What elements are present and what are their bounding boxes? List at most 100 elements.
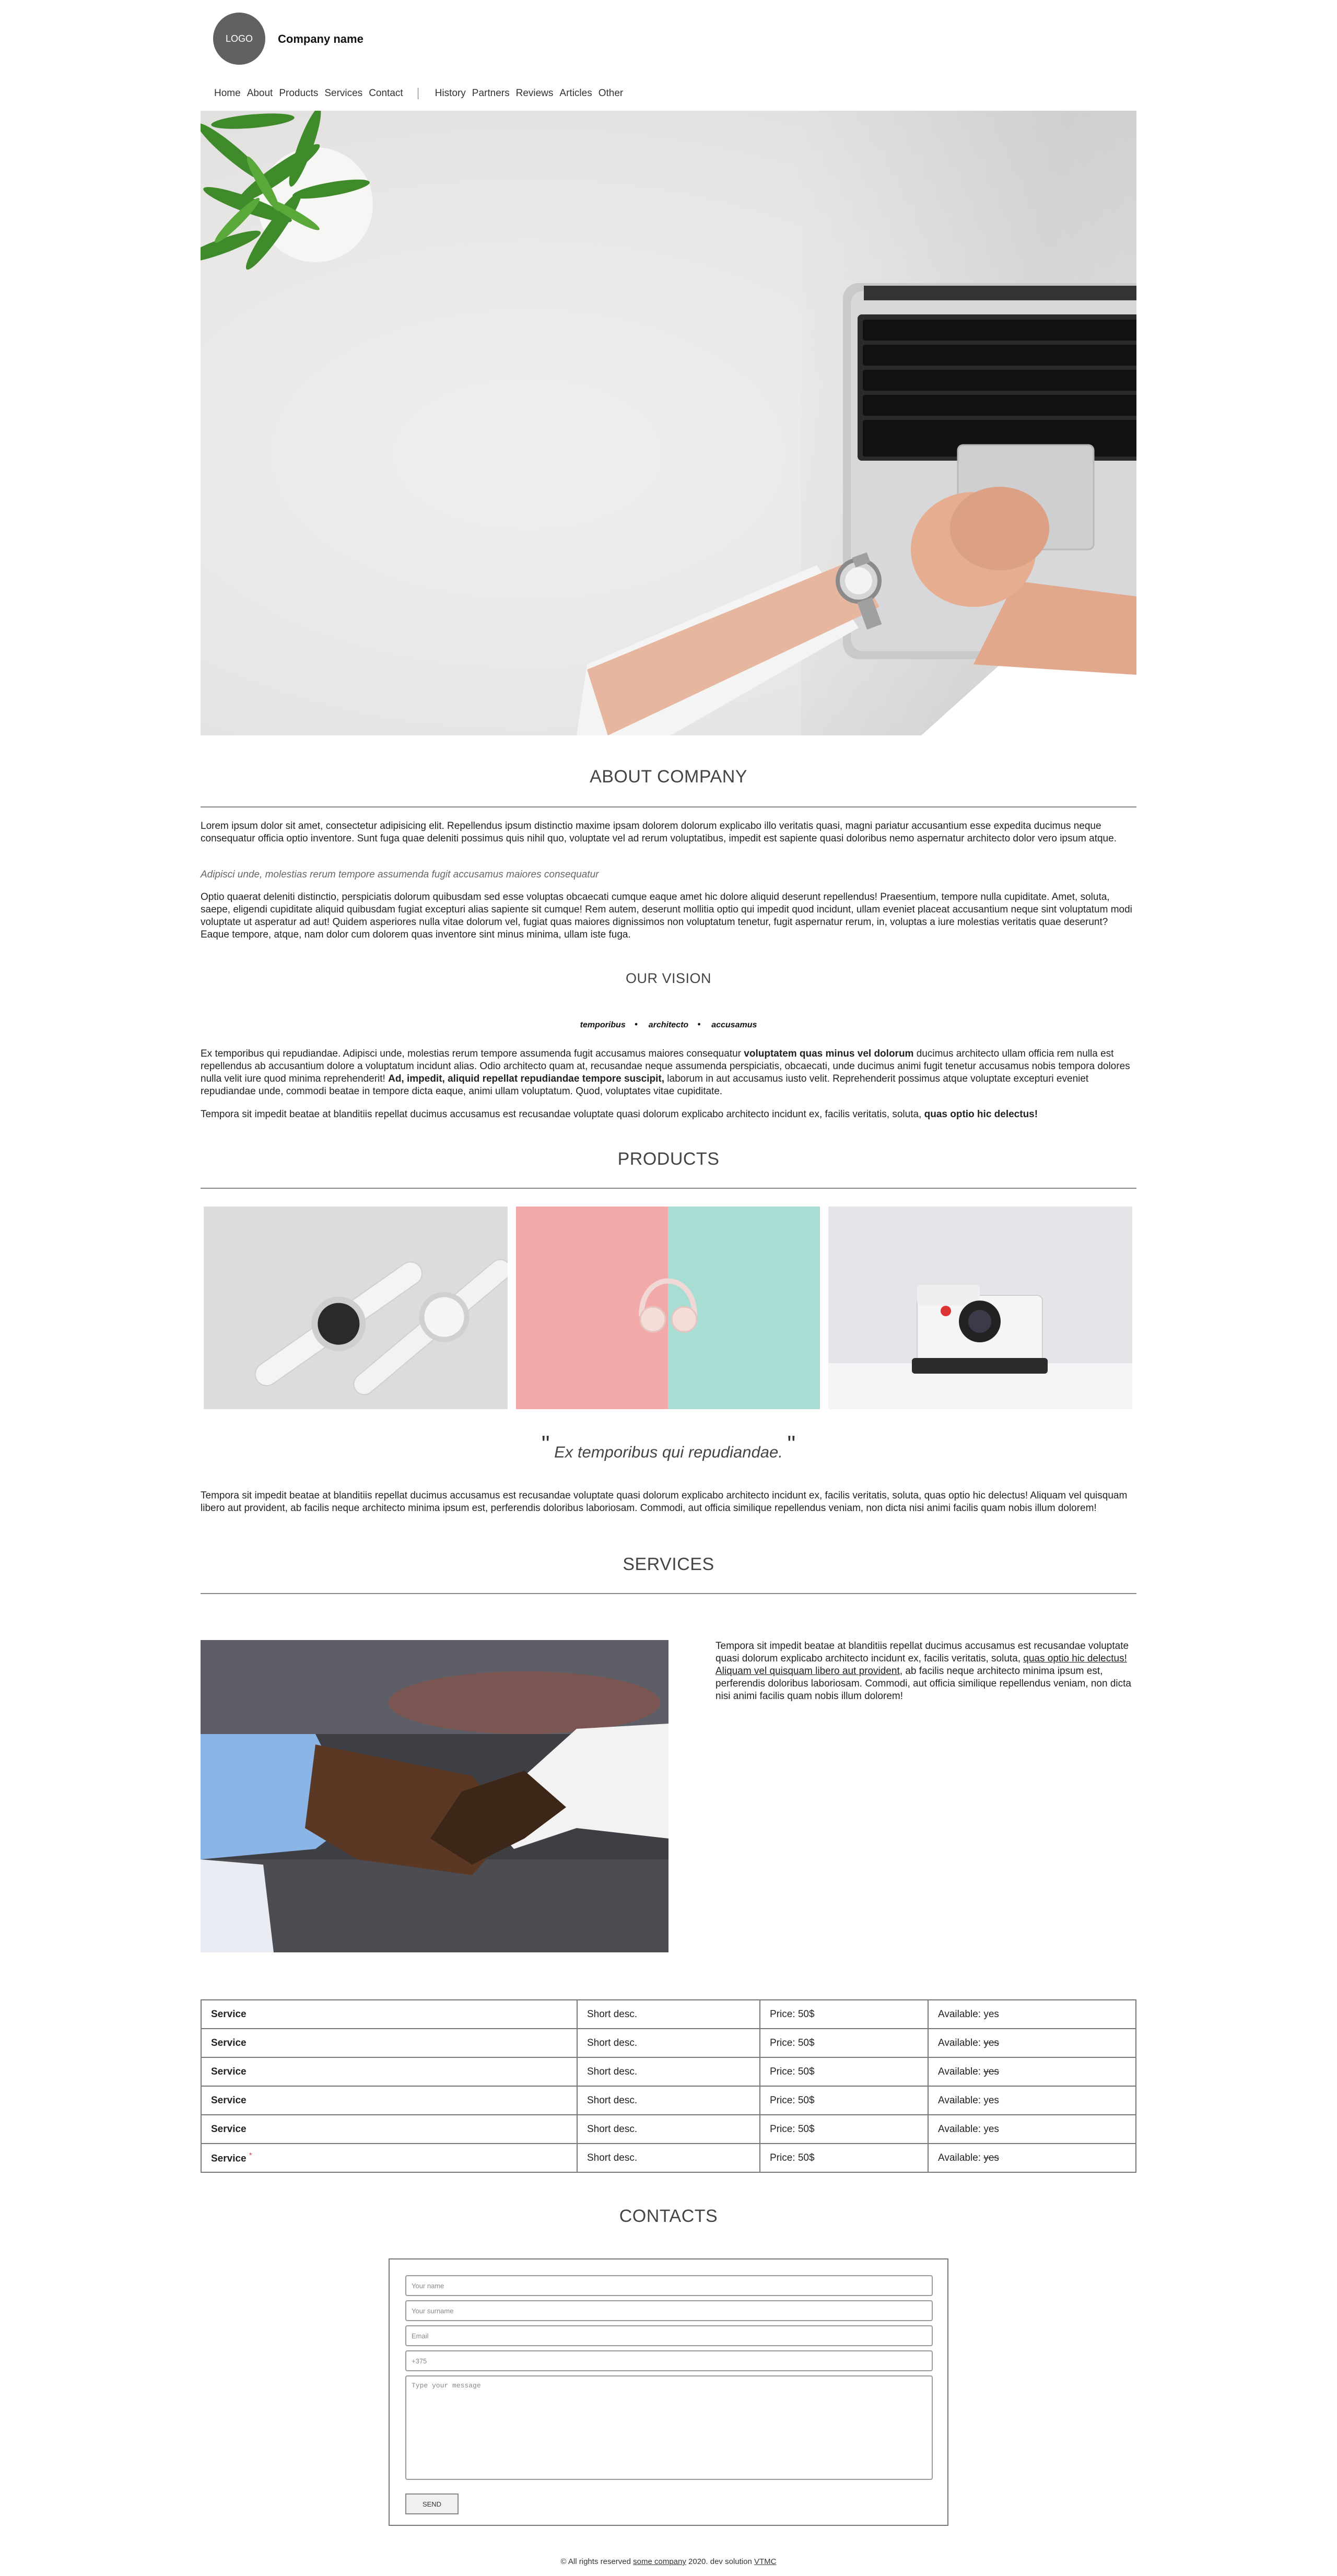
handshake-graphic [201, 1640, 668, 1952]
service-availability: Available: yes [928, 2057, 1136, 2087]
products-divider [201, 1188, 1136, 1189]
nav-item-services[interactable]: Services [324, 88, 362, 99]
service-price: Price: 50$ [759, 2114, 929, 2144]
footer-company-link[interactable]: some company [633, 2557, 686, 2566]
surname-field[interactable]: Your surname [405, 2300, 933, 2321]
service-desc: Short desc. [577, 2114, 760, 2144]
phone-field[interactable]: +375 [405, 2350, 933, 2371]
nav-item-about[interactable]: About [247, 88, 273, 99]
service-row: Service * Short desc. Price: 50$ Available:… [201, 2143, 1136, 2173]
services-text: Tempora sit impedit beatae at blanditiis… [716, 1640, 1136, 1703]
vision-list-item: architecto [635, 1021, 689, 1030]
service-price: Price: 50$ [759, 2143, 929, 2173]
service-availability: Available: yes [928, 2086, 1136, 2115]
quote-close-mark: " [787, 1431, 796, 1457]
service-name: Service [201, 2057, 578, 2087]
contacts-title: CONTACTS [619, 2206, 718, 2226]
vision-text: Tempora sit impedit beatae at blanditiis… [201, 1109, 924, 1120]
vision-bold-text: quas optio hic delectus! [924, 1109, 1038, 1120]
about-divider [201, 806, 1136, 807]
about-italic: Adipisci unde, molestias rerum tempore a… [201, 869, 599, 880]
vision-text: Ex temporibus qui repudiandae. Adipisci … [201, 1048, 744, 1059]
service-availability: Available: yes [928, 2114, 1136, 2144]
service-desc: Short desc. [577, 2086, 760, 2115]
footer-dev-link[interactable]: VTMC [754, 2557, 777, 2566]
nav-item-reviews[interactable]: Reviews [516, 88, 554, 99]
service-name: Service [201, 2114, 578, 2144]
services-table-body: Service Short desc. Price: 50$ Available: y… [201, 1999, 1136, 2173]
vision-paragraph-1: Ex temporibus qui repudiandae. Adipisci … [201, 1048, 1136, 1098]
vision-list: temporibus architecto accusamus [201, 1021, 1136, 1030]
nav-item-contact[interactable]: Contact [369, 88, 403, 99]
nav-item-other[interactable]: Other [599, 88, 624, 99]
page: LOGO Company name Home About Products Se… [201, 0, 1136, 2566]
service-name: Service [201, 2028, 578, 2058]
watches-graphic [204, 1207, 508, 1409]
product-gallery [204, 1207, 1132, 1409]
email-field[interactable]: Email [405, 2325, 933, 2346]
service-price: Price: 50$ [759, 2086, 929, 2115]
service-price: Price: 50$ [759, 2057, 929, 2087]
service-row: Service Short desc. Price: 50$ Available: y… [201, 1999, 1136, 2029]
main-nav: Home About Products Services Contact His… [211, 88, 626, 99]
availability-value: yes [983, 2094, 999, 2106]
service-row: Service Short desc. Price: 50$ Available: y… [201, 2057, 1136, 2087]
service-availability: Available: yes [928, 2028, 1136, 2058]
service-desc: Short desc. [577, 2143, 760, 2173]
nav-item-partners[interactable]: Partners [472, 88, 510, 99]
quote-open-mark: " [541, 1431, 550, 1457]
product-watches-image[interactable] [204, 1207, 508, 1409]
contact-form: Your name Your surname Email +375 Type y… [389, 2258, 948, 2526]
nav-item-history[interactable]: History [435, 88, 466, 99]
services-divider [201, 1593, 1136, 1594]
service-price: Price: 50$ [759, 1999, 929, 2029]
nav-item-articles[interactable]: Articles [559, 88, 592, 99]
service-name: Service [201, 2086, 578, 2115]
service-price: Price: 50$ [759, 2028, 929, 2058]
service-row: Service Short desc. Price: 50$ Available: y… [201, 2086, 1136, 2115]
service-desc: Short desc. [577, 1999, 760, 2029]
service-mark: * [249, 2151, 252, 2160]
message-textarea[interactable]: Type your message [405, 2375, 933, 2480]
plant-graphic [201, 111, 373, 270]
service-availability: Available: yes [928, 2143, 1136, 2173]
availability-value: yes [983, 2066, 999, 2077]
service-row: Service Short desc. Price: 50$ Available: y… [201, 2028, 1136, 2058]
logo[interactable]: LOGO [213, 13, 265, 65]
about-title: ABOUT COMPANY [590, 767, 747, 787]
products-text: Tempora sit impedit beatae at blanditiis… [201, 1490, 1128, 1514]
product-headphones-image[interactable] [516, 1207, 820, 1409]
footer-text: © All rights reserved [560, 2557, 634, 2566]
hero-illustration [201, 111, 1136, 735]
product-camera-image[interactable] [828, 1207, 1132, 1409]
send-button[interactable]: SEND [405, 2493, 459, 2514]
vision-title: OUR VISION [625, 970, 712, 986]
hero-image [201, 111, 1136, 735]
availability-value: yes [983, 2152, 999, 2163]
footer: © All rights reserved some company 2020.… [201, 2557, 1136, 2566]
footer-text: 2020. dev solution [686, 2557, 754, 2566]
availability-value: yes [983, 2123, 999, 2135]
vision-bold-text: voluptatem quas minus vel dolorum [744, 1048, 914, 1059]
services-title: SERVICES [623, 1554, 714, 1574]
nav-item-products[interactable]: Products [279, 88, 318, 99]
vision-paragraph-2: Tempora sit impedit beatae at blanditiis… [201, 1108, 1136, 1121]
vision-list-item: accusamus [697, 1021, 757, 1030]
name-field[interactable]: Your name [405, 2275, 933, 2296]
service-desc: Short desc. [577, 2057, 760, 2087]
service-name: Service [201, 1999, 578, 2029]
vision-bold-text: Ad, impedit, aliquid repellat repudianda… [388, 1073, 665, 1084]
nav-item-home[interactable]: Home [214, 88, 241, 99]
products-title: PRODUCTS [617, 1149, 720, 1169]
vision-list-item: temporibus [580, 1021, 626, 1029]
quote-text: Ex temporibus qui repudiandae. [554, 1443, 783, 1461]
company-name: Company name [278, 32, 363, 45]
header: LOGO Company name [201, 0, 1136, 78]
camera-graphic [828, 1207, 1132, 1409]
service-name: Service * [201, 2143, 578, 2173]
services-table: Service Short desc. Price: 50$ Available: y… [201, 1999, 1136, 2173]
handshake-image [201, 1640, 668, 1952]
availability-value: yes [983, 2037, 999, 2048]
availability-value: yes [983, 2008, 999, 2020]
products-quote: " Ex temporibus qui repudiandae. " [201, 1431, 1136, 1461]
